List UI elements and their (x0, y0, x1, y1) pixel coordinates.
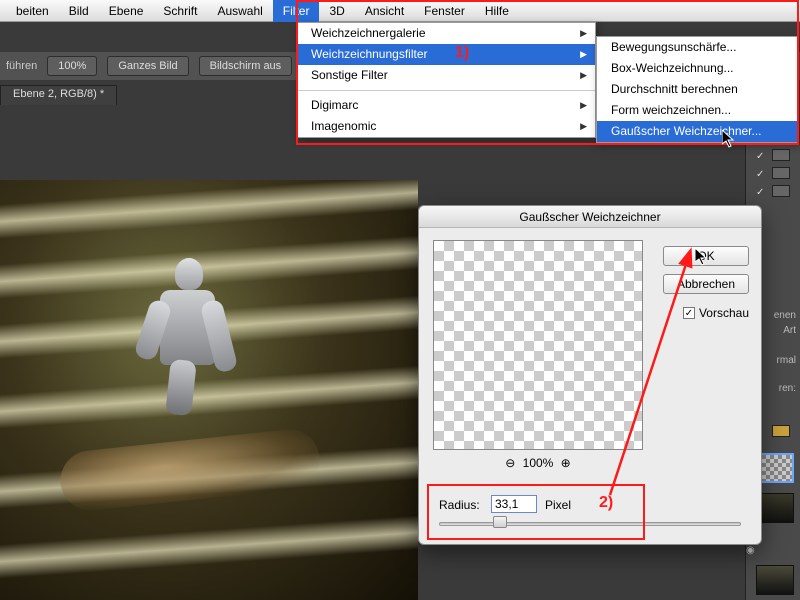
checkmark-icon: ✓ (756, 151, 766, 161)
radius-slider-track[interactable] (439, 522, 741, 526)
blend-mode-label: rmal (777, 355, 796, 366)
submenu-row-gaussian-blur[interactable]: Gaußscher Weichzeichner... (597, 121, 798, 142)
menu-item[interactable]: 3D (319, 0, 354, 22)
swatch[interactable] (772, 149, 790, 161)
visibility-icon[interactable]: ◉ (746, 545, 754, 553)
menu-row[interactable]: Weichzeichnergalerie (297, 23, 595, 44)
swatch[interactable] (772, 185, 790, 197)
zoom-out-icon[interactable]: ⊖ (501, 456, 519, 470)
preview-checkbox-row[interactable]: ✓ Vorschau (683, 306, 749, 320)
gaussian-blur-dialog: Gaußscher Weichzeichner OK Abbrechen ✓ V… (418, 205, 762, 545)
ok-button[interactable]: OK (663, 246, 749, 266)
menu-item[interactable]: Fenster (414, 0, 475, 22)
menu-item-filter[interactable]: Filter (273, 0, 320, 22)
canvas-figure-ground (58, 427, 323, 514)
panel-tab-label[interactable]: Art (783, 325, 796, 336)
menu-item[interactable]: Hilfe (475, 0, 519, 22)
submenu-row[interactable]: Bewegungsunschärfe... (597, 37, 798, 58)
menu-row-blur-filters[interactable]: Weichzeichnungsfilter (297, 44, 595, 65)
radius-row: Radius: Pixel (433, 492, 747, 544)
submenu-row[interactable]: Form weichzeichnen... (597, 100, 798, 121)
menu-item[interactable]: beiten (6, 0, 59, 22)
menu-row[interactable]: Imagenomic (297, 116, 595, 137)
blur-submenu: Bewegungsunschärfe... Box-Weichzeichnung… (596, 36, 799, 143)
zoom-row: ⊖ 100% ⊕ (433, 456, 643, 470)
dialog-title: Gaußscher Weichzeichner (419, 206, 761, 228)
swatch[interactable] (772, 167, 790, 179)
menu-item[interactable]: Ansicht (355, 0, 414, 22)
radius-input[interactable] (491, 495, 537, 513)
radius-label: Radius: (439, 498, 480, 512)
app-menubar: beiten Bild Ebene Schrift Auswahl Filter… (0, 0, 800, 22)
submenu-row[interactable]: Durchschnitt berechnen (597, 79, 798, 100)
checkmark-icon: ✓ (756, 169, 766, 179)
opt-label: führen (6, 60, 37, 72)
opt-screen-off[interactable]: Bildschirm aus (199, 56, 293, 76)
opt-fit-image[interactable]: Ganzes Bild (107, 56, 188, 76)
menu-item[interactable]: Ebene (99, 0, 154, 22)
document-canvas[interactable] (0, 180, 418, 600)
menu-item[interactable]: Auswahl (207, 0, 272, 22)
checkbox-icon[interactable]: ✓ (683, 307, 695, 319)
canvas-figure-knight (140, 250, 250, 410)
filter-menu: Weichzeichnergalerie Weichzeichnungsfilt… (296, 22, 596, 138)
layer-thumb[interactable] (756, 565, 794, 595)
panel-tab-label[interactable]: enen (774, 310, 796, 321)
checkmark-icon: ✓ (756, 187, 766, 197)
radius-unit: Pixel (545, 498, 571, 512)
menu-row[interactable]: Digimarc (297, 95, 595, 116)
cancel-button[interactable]: Abbrechen (663, 274, 749, 294)
color-swatch[interactable] (772, 425, 790, 437)
lock-label: ren: (779, 383, 796, 394)
menu-separator (297, 90, 595, 91)
preview-checkbox-label: Vorschau (699, 306, 749, 320)
radius-slider-handle[interactable] (493, 516, 507, 528)
opt-zoom-100[interactable]: 100% (47, 56, 97, 76)
submenu-row[interactable]: Box-Weichzeichnung... (597, 58, 798, 79)
menu-row[interactable]: Sonstige Filter (297, 65, 595, 86)
document-tab[interactable]: Ebene 2, RGB/8) * (0, 85, 117, 105)
zoom-percent: 100% (523, 456, 554, 470)
zoom-in-icon[interactable]: ⊕ (557, 456, 575, 470)
menu-item[interactable]: Bild (59, 0, 99, 22)
menu-item[interactable]: Schrift (153, 0, 207, 22)
dialog-preview[interactable] (433, 240, 643, 450)
